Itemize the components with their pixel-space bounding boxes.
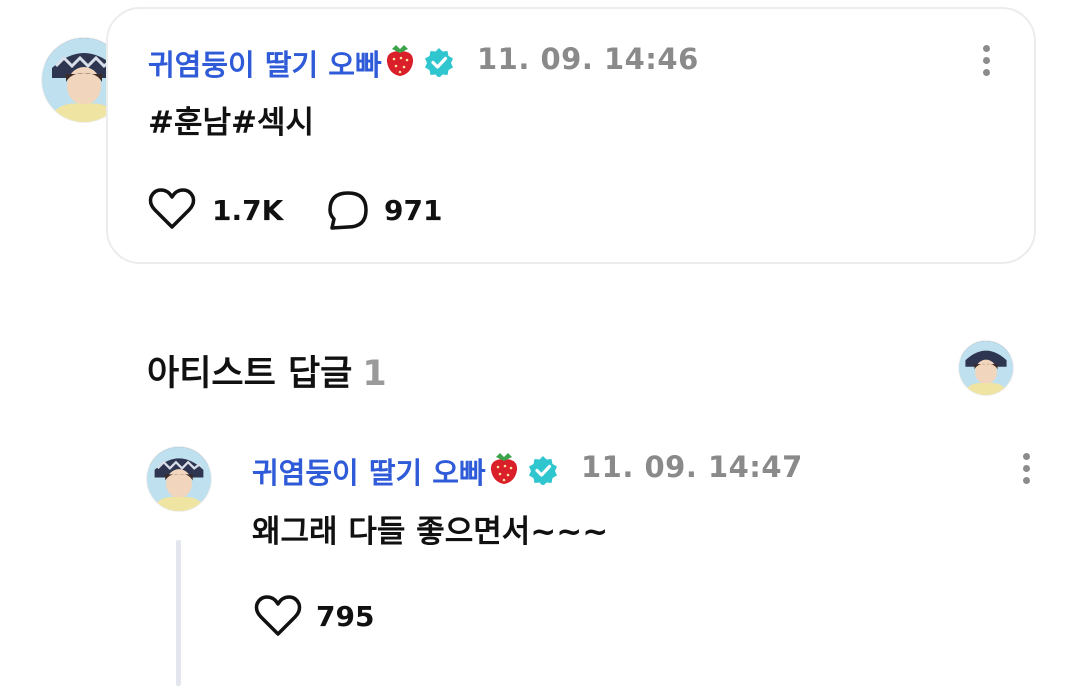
reply-author-avatar[interactable] bbox=[147, 447, 211, 511]
verified-badge-icon bbox=[529, 456, 557, 485]
artist-replies-title: 아티스트 답글 bbox=[147, 354, 353, 394]
reply-author-name[interactable]: 귀염둥이 딸기 오빠 bbox=[252, 450, 486, 492]
post-comment-count: 971 bbox=[384, 194, 443, 227]
reply-more-options-icon[interactable] bbox=[1014, 449, 1038, 489]
verified-badge-icon bbox=[425, 48, 453, 77]
strawberry-icon bbox=[386, 45, 414, 76]
post-card: 귀염둥이 딸기 오빠 11. 09. 14:46 #훈남#섹시 1.7K 971 bbox=[106, 7, 1036, 264]
reply-timestamp: 11. 09. 14:47 bbox=[581, 450, 803, 484]
post-text: #훈남#섹시 bbox=[148, 105, 315, 141]
comment-icon[interactable] bbox=[326, 189, 370, 233]
artist-replies-count: 1 bbox=[362, 354, 387, 394]
artist-replies-avatar[interactable] bbox=[959, 341, 1013, 395]
avatar-image bbox=[959, 341, 1013, 395]
reply-text: 왜그래 다들 좋으면서~~~ bbox=[252, 514, 609, 550]
post-like-count: 1.7K bbox=[212, 194, 284, 227]
heart-icon[interactable] bbox=[254, 594, 302, 638]
artist-replies-heading: 아티스트 답글 1 bbox=[147, 345, 387, 396]
post-more-options-icon[interactable] bbox=[974, 41, 998, 81]
avatar-image bbox=[147, 447, 211, 511]
strawberry-icon bbox=[490, 453, 518, 484]
reply-like-count: 795 bbox=[316, 600, 375, 633]
post-author-name[interactable]: 귀염둥이 딸기 오빠 bbox=[148, 42, 382, 84]
post-timestamp: 11. 09. 14:46 bbox=[477, 42, 699, 76]
reply-thread-line bbox=[176, 540, 181, 686]
heart-icon[interactable] bbox=[148, 187, 196, 231]
